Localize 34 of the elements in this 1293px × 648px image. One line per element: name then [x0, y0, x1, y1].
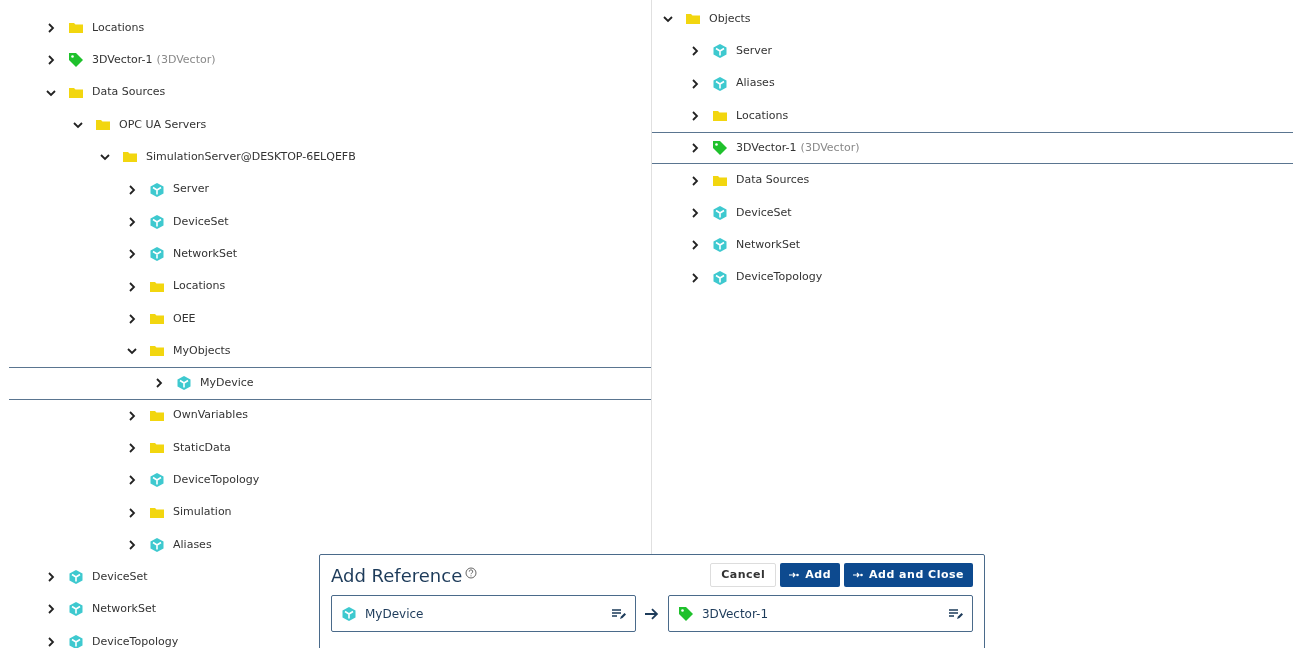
node-label: MyObjects [173, 342, 231, 359]
node-label: Simulation [173, 504, 232, 521]
node-label: Aliases [736, 75, 775, 92]
node-label: DeviceTopology [736, 269, 823, 286]
node-label: Data Sources [736, 172, 810, 189]
node-label: Locations [173, 278, 226, 295]
node-label: DeviceTopology [92, 633, 179, 648]
node-label: 3DVector-1 [736, 140, 797, 157]
node-label: Data Sources [92, 84, 166, 101]
dialog-title: Add Reference [331, 563, 463, 588]
node-label: Server [173, 181, 210, 198]
node-label: DeviceTopology [173, 472, 260, 489]
node-label: DeviceSet [736, 204, 792, 221]
node-label: MyDevice [200, 375, 254, 392]
node-label: OPC UA Servers [119, 116, 207, 133]
node-label: Objects [709, 10, 751, 27]
node-label: DeviceSet [92, 568, 148, 585]
node-type: (3DVector) [156, 52, 216, 69]
node-name: 3DVector-1 [702, 605, 770, 623]
node-label: DeviceSet [173, 213, 229, 230]
node-label: OwnVariables [173, 407, 248, 424]
node-label: Aliases [173, 536, 212, 553]
node-label: NetworkSet [736, 236, 800, 253]
node-label: NetworkSet [173, 245, 237, 262]
node-label: Locations [736, 107, 789, 124]
node-label: SimulationServer@DESKTOP-6ELQEFB [146, 149, 356, 166]
node-label: OEE [173, 310, 196, 327]
node-label: Locations [92, 19, 145, 36]
node-label: NetworkSet [92, 601, 156, 618]
node-label: 3DVector-1 [92, 52, 153, 69]
node-type: (3DVector) [800, 140, 860, 157]
node-label: Server [736, 43, 773, 60]
node-name: MyDevice [365, 605, 425, 623]
node-label: StaticData [173, 439, 231, 456]
